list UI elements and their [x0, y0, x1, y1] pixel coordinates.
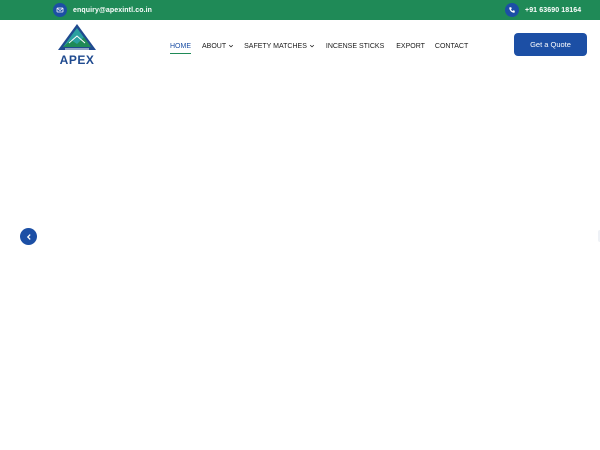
nav-safety-matches[interactable]: SAFETY MATCHES — [244, 43, 315, 50]
chevron-down-icon — [229, 44, 234, 48]
phone-icon — [505, 3, 519, 17]
nav-contact[interactable]: CONTACT — [435, 43, 468, 50]
nav-safety-matches-label: SAFETY MATCHES — [244, 42, 307, 50]
site-header: APEX HOME ABOUT SAFETY MATCHES INCENSE S… — [0, 20, 600, 72]
chevron-down-icon — [309, 44, 314, 48]
logo[interactable]: APEX — [54, 23, 100, 69]
nav-incense-sticks-label: INCENSE STICKS — [325, 42, 385, 50]
nav-about-label: ABOUT — [202, 42, 227, 50]
mail-icon — [53, 3, 67, 17]
nav-incense-sticks[interactable]: INCENSE STICKS — [326, 43, 384, 50]
chevron-left-icon — [26, 233, 31, 240]
email-contact[interactable]: enquiry@apexintl.co.in — [53, 0, 152, 20]
get-a-quote-button[interactable]: Get a Quote — [514, 33, 587, 56]
logo-text: APEX — [59, 53, 95, 67]
nav-export-label: EXPORT — [396, 42, 425, 50]
nav-home-label: HOME — [170, 42, 191, 50]
nav-about[interactable]: ABOUT — [202, 43, 234, 50]
email-text[interactable]: enquiry@apexintl.co.in — [73, 7, 152, 14]
main-nav: HOME ABOUT SAFETY MATCHES INCENSE STICKS… — [170, 20, 468, 72]
nav-export[interactable]: EXPORT — [396, 43, 425, 50]
phone-text[interactable]: +91 63690 18164 — [525, 7, 581, 14]
slider-prev-button[interactable] — [20, 228, 37, 245]
apex-logo-mark — [58, 24, 96, 50]
nav-contact-label: CONTACT — [434, 42, 469, 50]
phone-contact[interactable]: +91 63690 18164 — [505, 0, 581, 20]
nav-home[interactable]: HOME — [170, 42, 191, 54]
hero-slider — [0, 72, 600, 450]
top-bar: enquiry@apexintl.co.in +91 63690 18164 — [0, 0, 600, 20]
